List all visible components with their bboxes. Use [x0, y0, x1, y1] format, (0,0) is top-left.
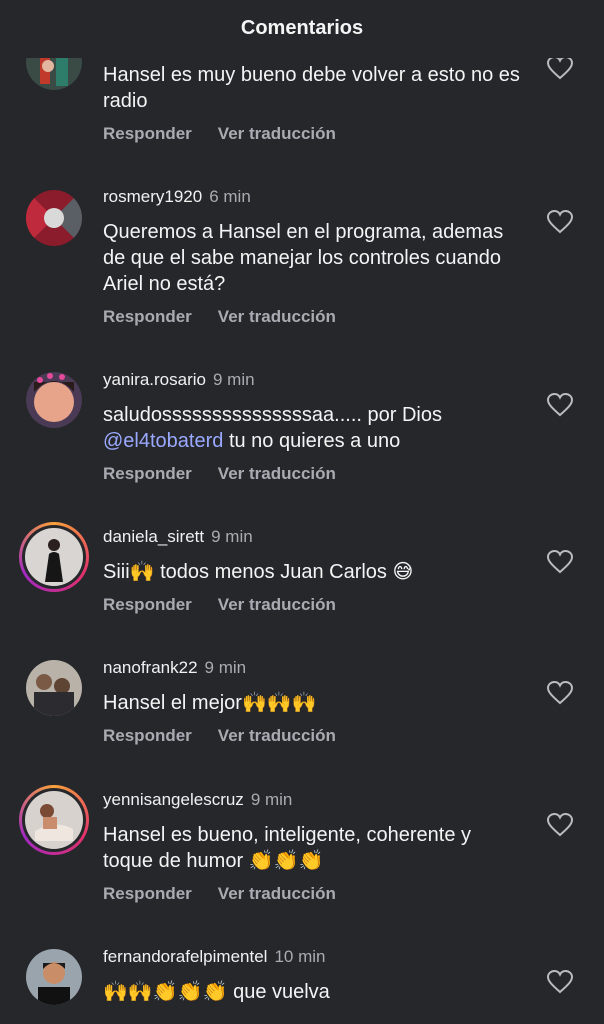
comment-text-part: tu no quieres a uno	[223, 430, 401, 452]
comment-text: Hansel es bueno, inteligente, coherente …	[103, 824, 472, 872]
comment-meta: rosmery1920 6 min	[103, 187, 251, 207]
username[interactable]: yanira.rosario	[103, 370, 206, 389]
timestamp: 6 min	[209, 187, 251, 206]
heart-icon[interactable]	[547, 681, 573, 705]
timestamp: 9 min	[211, 527, 253, 546]
username[interactable]: fernandorafelpimentel	[103, 947, 267, 966]
reply-button[interactable]: Responder	[103, 464, 192, 483]
heart-icon[interactable]	[547, 210, 573, 234]
header-title: Comentarios	[240, 16, 364, 39]
see-translation-button[interactable]: Ver traducción	[218, 884, 336, 903]
see-translation-button[interactable]: Ver traducción	[218, 464, 336, 483]
username[interactable]: daniela_sirett	[103, 527, 204, 546]
comment-actions: Responder Ver traducción	[103, 124, 362, 144]
heart-icon[interactable]	[547, 393, 573, 417]
see-translation-button[interactable]: Ver traducción	[218, 726, 336, 745]
comment-text: Queremos a Hansel en el programa, ademas…	[103, 221, 504, 295]
username[interactable]: nanofrank22	[103, 658, 198, 677]
avatar[interactable]	[26, 949, 82, 1005]
see-translation-button[interactable]: Ver traducción	[218, 595, 336, 614]
reply-button[interactable]: Responder	[103, 595, 192, 614]
avatar[interactable]	[26, 372, 82, 428]
comment-meta: yanira.rosario 9 min	[103, 370, 255, 390]
mention-link[interactable]: @el4tobaterd	[103, 430, 223, 452]
heart-icon[interactable]	[547, 970, 573, 994]
avatar[interactable]	[26, 660, 82, 716]
reply-button[interactable]: Responder	[103, 884, 192, 903]
avatar[interactable]	[26, 190, 82, 246]
comment-text: Hansel el mejor🙌🙌🙌	[103, 692, 317, 714]
avatar[interactable]	[19, 785, 89, 855]
comment-text: Hansel es muy bueno debe volver a esto n…	[103, 64, 520, 112]
comment-meta: nanofrank22 9 min	[103, 658, 246, 678]
reply-button[interactable]: Responder	[103, 726, 192, 745]
username[interactable]: yennisangelescruz	[103, 790, 244, 809]
comment-text: Siii🙌 todos menos Juan Carlos 😅	[103, 561, 414, 583]
reply-button[interactable]: Responder	[103, 124, 192, 143]
comment-actions: Responder Ver traducción	[103, 726, 362, 746]
comment-text: 🙌🙌👏👏👏 que vuelva	[103, 981, 330, 1003]
timestamp: 9 min	[213, 370, 255, 389]
timestamp: 9 min	[204, 658, 247, 677]
reply-button[interactable]: Responder	[103, 307, 192, 326]
comment-meta: fernandorafelpimentel 10 min	[103, 947, 325, 967]
heart-icon[interactable]	[547, 813, 573, 837]
comment-actions: Responder Ver traducción	[103, 307, 362, 327]
heart-icon[interactable]	[547, 550, 573, 574]
username[interactable]: rosmery1920	[103, 187, 202, 206]
timestamp: 9 min	[250, 790, 293, 809]
comment-meta: yennisangelescruz 9 min	[103, 790, 292, 810]
comment-text-part: saludosssssssssssssssaa..... por Dios	[103, 404, 442, 426]
comment-actions: Responder Ver traducción	[103, 884, 362, 904]
comment-meta: daniela_sirett 9 min	[103, 527, 253, 547]
see-translation-button[interactable]: Ver traducción	[218, 124, 336, 143]
heart-icon[interactable]	[547, 56, 573, 80]
comments-header: Comentarios	[0, 0, 604, 58]
timestamp: 10 min	[274, 947, 326, 966]
comment-actions: Responder Ver traducción	[103, 595, 362, 615]
comment-text: saludosssssssssssssssaa..... por Dios @e…	[103, 402, 523, 454]
avatar[interactable]	[19, 522, 89, 592]
comment-actions: Responder Ver traducción	[103, 464, 362, 484]
see-translation-button[interactable]: Ver traducción	[218, 307, 336, 326]
